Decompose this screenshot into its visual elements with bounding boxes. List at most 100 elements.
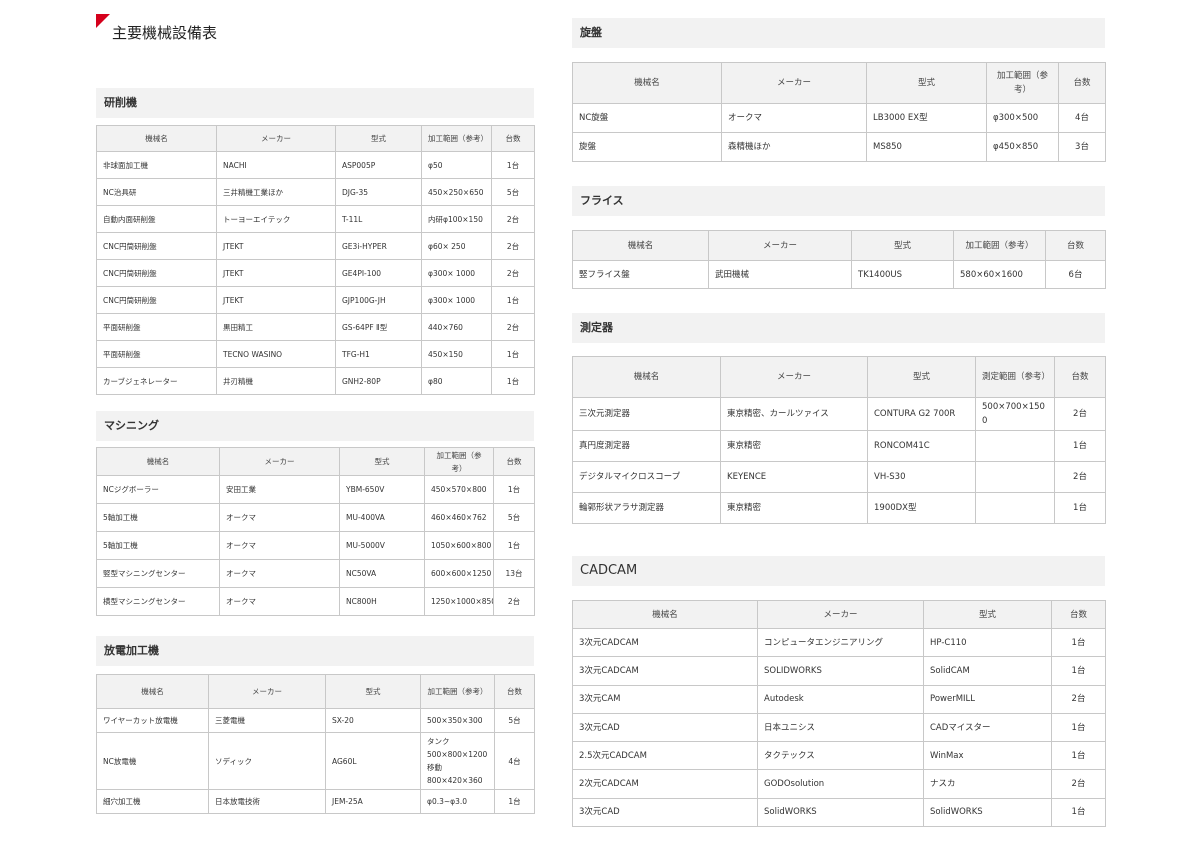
cell-range: 1250×1000×850 bbox=[424, 587, 494, 616]
col-count: 台数 bbox=[1054, 356, 1106, 398]
table-row: 平面研削盤 黒田精工 GS-64PF Ⅱ型 440×760 2台 bbox=[96, 313, 535, 341]
col-measure: 測定範囲（参考） bbox=[975, 356, 1055, 398]
table-row: 3次元CADCAM SOLIDWORKS SolidCAM 1台 bbox=[572, 656, 1106, 686]
col-maker: メーカー bbox=[219, 447, 340, 476]
col-maker: メーカー bbox=[721, 62, 867, 104]
table-row: 平面研削盤 TECNO WASINO TFG-H1 450×150 1台 bbox=[96, 340, 535, 368]
cell-count: 1台 bbox=[1051, 712, 1106, 743]
cell-model: TK1400US bbox=[851, 260, 954, 289]
table-row: 竪フライス盤 武田機械 TK1400US 580×60×1600 6台 bbox=[572, 260, 1106, 289]
cell-name: カーブジェネレーター bbox=[96, 367, 217, 395]
cell-name: 3次元CADCAM bbox=[572, 627, 758, 658]
section-kensaku: 研削機 機械名 メーカー 型式 加工範囲（参考） 台数 非球面加工機 NACHI A… bbox=[96, 88, 535, 395]
table-row: 3次元CAD 日本ユニシス CADマイスター 1台 bbox=[572, 712, 1106, 743]
equipment-table: 機械名 メーカー 型式 加工範囲（参考） 台数 非球面加工機 NACHI ASP00… bbox=[96, 125, 535, 395]
cell-range: φ300× 1000 bbox=[421, 259, 492, 287]
cell-count: 1台 bbox=[491, 367, 535, 395]
cell-range: 600×600×1250 bbox=[424, 559, 494, 588]
cell-maker: TECNO WASINO bbox=[216, 340, 336, 368]
col-name: 機械名 bbox=[96, 447, 220, 476]
cell-range: 450×150 bbox=[421, 340, 492, 368]
cell-range: 580×60×1600 bbox=[953, 260, 1046, 289]
cell-range bbox=[975, 492, 1055, 524]
col-model: 型式 bbox=[867, 356, 976, 398]
cell-range: 内研φ100×150 bbox=[421, 205, 492, 233]
cell-maker: 東京精密 bbox=[720, 430, 868, 462]
col-range: 加工範囲（参考） bbox=[420, 674, 495, 709]
equipment-table: 機械名 メーカー 型式 加工範囲（参考） 台数 NC旋盤 オークマ LB3000 E… bbox=[572, 62, 1106, 162]
col-model: 型式 bbox=[325, 674, 421, 709]
table-row: NC放電機 ソディック AG60L タンク 500×800×1200 移動 800×4… bbox=[96, 732, 535, 790]
col-count: 台数 bbox=[491, 125, 535, 152]
cell-maker: 東京精密、カールツァイス bbox=[720, 397, 868, 431]
col-count: 台数 bbox=[493, 447, 535, 476]
cell-count: 2台 bbox=[491, 232, 535, 260]
cell-range: φ300× 1000 bbox=[421, 286, 492, 314]
cell-name: 3次元CAM bbox=[572, 684, 758, 714]
cell-name: ワイヤーカット放電機 bbox=[96, 708, 209, 733]
col-range: 加工範囲（参考） bbox=[424, 447, 494, 476]
col-range: 加工範囲（参考） bbox=[986, 62, 1059, 104]
cell-name: デジタルマイクロスコープ bbox=[572, 461, 721, 493]
cell-maker: JTEKT bbox=[216, 286, 336, 314]
table-row: 5軸加工機 オークマ MU-400VA 460×460×762 5台 bbox=[96, 503, 535, 532]
cell-name: 5軸加工機 bbox=[96, 503, 220, 532]
cell-name: 輪郭形状アラサ測定器 bbox=[572, 492, 721, 524]
section-milling: フライス 機械名 メーカー 型式 加工範囲（参考） 台数 竪フライス盤 武田機械 T… bbox=[572, 186, 1106, 289]
cell-model: PowerMILL bbox=[923, 684, 1052, 714]
table-row: NC治具研 三井精機工業ほか DJG-35 450×250×650 5台 bbox=[96, 178, 535, 206]
cell-name: NC放電機 bbox=[96, 732, 209, 790]
cell-range: φ50 bbox=[421, 151, 492, 179]
cell-model: CADマイスター bbox=[923, 712, 1052, 743]
cell-range: 1050×600×800 bbox=[424, 531, 494, 560]
table-row: 細穴加工機 日本放電技術 JEM-25A φ0.3~φ3.0 1台 bbox=[96, 789, 535, 814]
cell-maker: 三井精機工業ほか bbox=[216, 178, 336, 206]
cell-name: 2次元CADCAM bbox=[572, 769, 758, 799]
cell-maker: オークマ bbox=[721, 103, 867, 133]
cell-model: LB3000 EX型 bbox=[866, 103, 987, 133]
cell-count: 2台 bbox=[1051, 769, 1106, 799]
col-count: 台数 bbox=[1051, 600, 1106, 629]
cell-count: 1台 bbox=[1051, 656, 1106, 686]
cell-maker: KEYENCE bbox=[720, 461, 868, 493]
cell-count: 13台 bbox=[493, 559, 535, 588]
cell-range: タンク 500×800×1200 移動 800×420×360 bbox=[420, 732, 495, 790]
table-row: 3次元CAD SolidWORKS SolidWORKS 1台 bbox=[572, 797, 1106, 828]
cell-range bbox=[975, 461, 1055, 493]
cell-maker: オークマ bbox=[219, 587, 340, 616]
section-cadcam: CADCAM 機械名 メーカー 型式 台数 3次元CADCAM コンピュータエンジ… bbox=[572, 556, 1106, 828]
table-row: ワイヤーカット放電機 三菱電機 SX-20 500×350×300 5台 bbox=[96, 708, 535, 733]
cell-maker: 森精機ほか bbox=[721, 132, 867, 162]
col-count: 台数 bbox=[494, 674, 535, 709]
cell-maker: 武田機械 bbox=[708, 260, 852, 289]
cell-count: 1台 bbox=[1051, 741, 1106, 771]
cell-range: φ300×500 bbox=[986, 103, 1059, 133]
section-title: フライス bbox=[572, 186, 1105, 216]
cell-range: φ450×850 bbox=[986, 132, 1059, 162]
cell-range: 460×460×762 bbox=[424, 503, 494, 532]
col-name: 機械名 bbox=[572, 230, 709, 261]
col-name: 機械名 bbox=[96, 125, 217, 152]
cell-range: 500×350×300 bbox=[420, 708, 495, 733]
equipment-table: 機械名 メーカー 型式 加工範囲（参考） 台数 ワイヤーカット放電機 三菱電機 SX… bbox=[96, 674, 535, 814]
cell-maker: SolidWORKS bbox=[757, 797, 924, 828]
cell-model: HP-C110 bbox=[923, 627, 1052, 658]
cell-name: 横型マシニングセンター bbox=[96, 587, 220, 616]
section-title: 研削機 bbox=[96, 88, 534, 118]
cell-name: 平面研削盤 bbox=[96, 340, 217, 368]
cell-count: 2台 bbox=[491, 313, 535, 341]
page-title-text: 主要機械設備表 bbox=[112, 24, 218, 42]
table-row: CNC円筒研削盤 JTEKT GJP100G-JH φ300× 1000 1台 bbox=[96, 286, 535, 314]
cell-model: SolidCAM bbox=[923, 656, 1052, 686]
cell-name: 平面研削盤 bbox=[96, 313, 217, 341]
table-row: 真円度測定器 東京精密 RONCOM41C 1台 bbox=[572, 430, 1106, 462]
cell-maker: タクテックス bbox=[757, 741, 924, 771]
cell-model: NC50VA bbox=[339, 559, 425, 588]
equipment-table: 機械名 メーカー 型式 台数 3次元CADCAM コンピュータエンジニアリング HP… bbox=[572, 600, 1106, 828]
cell-model: SX-20 bbox=[325, 708, 421, 733]
section-machining: マシニング 機械名 メーカー 型式 加工範囲（参考） 台数 NCジグボーラー 安田… bbox=[96, 411, 535, 616]
section-title: 放電加工機 bbox=[96, 636, 534, 666]
cell-maker: NACHI bbox=[216, 151, 336, 179]
col-maker: メーカー bbox=[708, 230, 852, 261]
cell-model: TFG-H1 bbox=[335, 340, 422, 368]
